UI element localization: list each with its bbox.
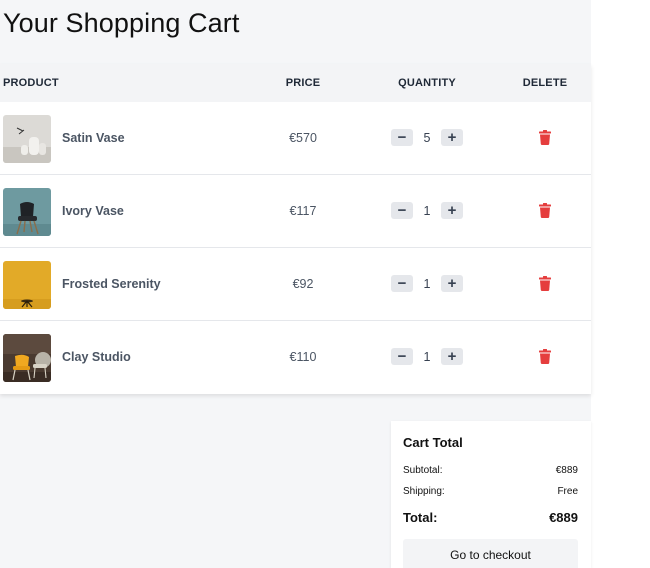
product-thumbnail[interactable] <box>3 188 51 236</box>
decrease-quantity-button[interactable]: − <box>391 348 413 365</box>
subtotal-value: €889 <box>555 465 578 476</box>
increase-quantity-button[interactable]: + <box>441 348 463 365</box>
product-price: €117 <box>289 204 317 218</box>
increase-quantity-button[interactable]: + <box>441 275 463 292</box>
table-row: Clay Studio €110 − 1 + <box>0 321 591 394</box>
header-delete: DELETE <box>522 77 568 89</box>
quantity-value: 1 <box>423 204 431 218</box>
trash-icon[interactable] <box>539 203 551 218</box>
quantity-value: 1 <box>423 277 431 291</box>
trash-icon[interactable] <box>539 349 551 364</box>
quantity-value: 1 <box>423 350 431 364</box>
product-thumbnail[interactable] <box>3 261 51 309</box>
shipping-label: Shipping: <box>403 486 445 497</box>
page-title: Your Shopping Cart <box>3 8 240 38</box>
quantity-stepper: − 1 + <box>391 202 463 220</box>
trash-icon[interactable] <box>539 276 551 291</box>
cart-total-panel: Cart Total Subtotal: €889 Shipping: Free… <box>391 421 591 568</box>
total-line: Total: €889 <box>403 510 578 525</box>
product-name[interactable]: Frosted Serenity <box>62 277 161 291</box>
quantity-stepper: − 1 + <box>391 348 463 366</box>
table-row: Ivory Vase €117 − 1 + <box>0 175 591 248</box>
product-price: €92 <box>292 277 314 291</box>
header-price: PRICE <box>285 77 321 89</box>
product-name[interactable]: Clay Studio <box>62 350 131 364</box>
increase-quantity-button[interactable]: + <box>441 129 463 146</box>
table-row: Satin Vase €570 − 5 + <box>0 102 591 175</box>
product-name[interactable]: Ivory Vase <box>62 204 124 218</box>
quantity-value: 5 <box>423 131 431 145</box>
product-name[interactable]: Satin Vase <box>62 131 125 145</box>
quantity-stepper: − 5 + <box>391 129 463 147</box>
subtotal-line: Subtotal: €889 <box>403 465 578 476</box>
subtotal-label: Subtotal: <box>403 465 443 476</box>
product-thumbnail[interactable] <box>3 115 51 163</box>
total-label: Total: <box>403 510 438 525</box>
product-thumbnail[interactable] <box>3 334 51 382</box>
header-quantity: QUANTITY <box>398 77 456 89</box>
decrease-quantity-button[interactable]: − <box>391 202 413 219</box>
table-row: Frosted Serenity €92 − 1 + <box>0 248 591 321</box>
cart-table: PRODUCT PRICE QUANTITY DELETE Satin Vase… <box>0 64 591 394</box>
decrease-quantity-button[interactable]: − <box>391 129 413 146</box>
product-price: €110 <box>289 350 317 364</box>
checkout-button[interactable]: Go to checkout <box>403 539 578 568</box>
trash-icon[interactable] <box>539 130 551 145</box>
product-price: €570 <box>289 131 317 145</box>
shipping-value: Free <box>557 486 578 497</box>
table-header: PRODUCT PRICE QUANTITY DELETE <box>0 64 591 102</box>
total-value: €889 <box>549 510 578 525</box>
cart-total-title: Cart Total <box>403 435 463 450</box>
increase-quantity-button[interactable]: + <box>441 202 463 219</box>
quantity-stepper: − 1 + <box>391 275 463 293</box>
header-product: PRODUCT <box>3 77 59 89</box>
shipping-line: Shipping: Free <box>403 486 578 497</box>
decrease-quantity-button[interactable]: − <box>391 275 413 292</box>
